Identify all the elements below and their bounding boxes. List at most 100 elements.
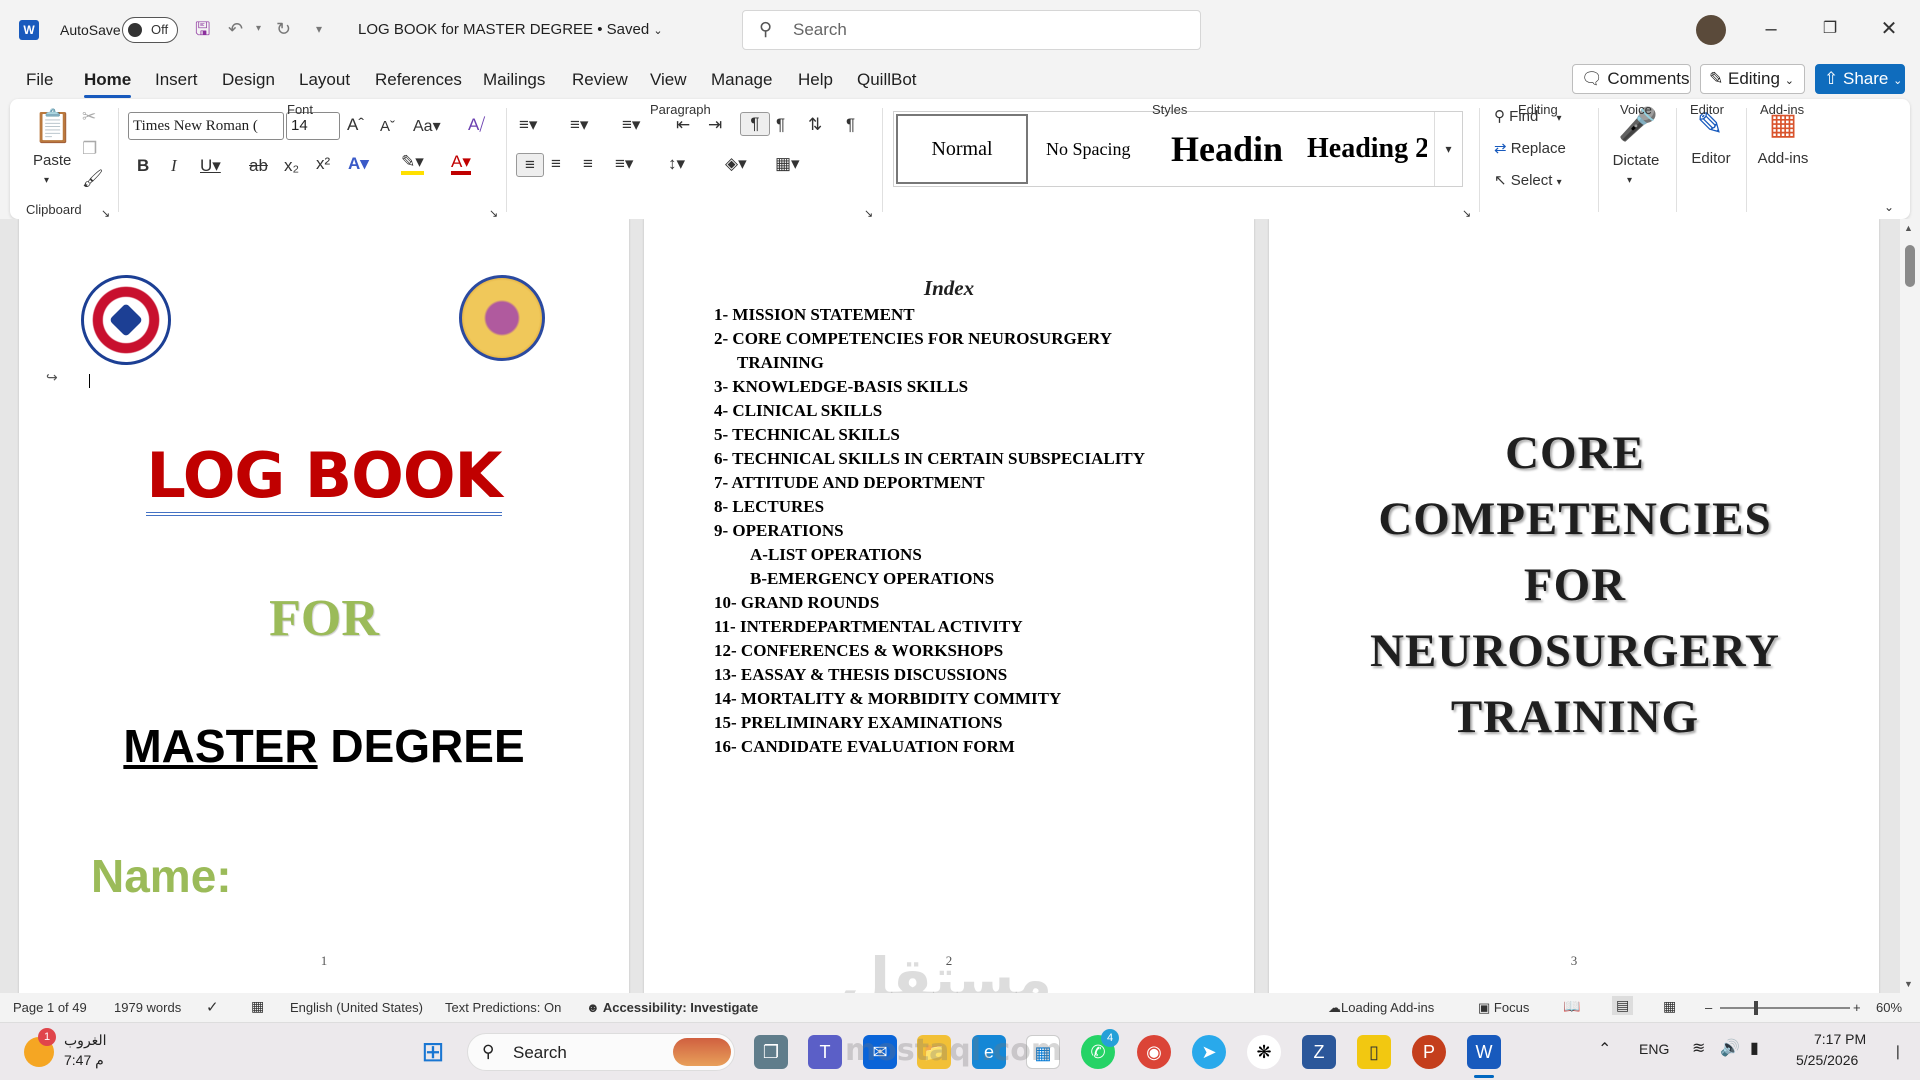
font-name-combo[interactable]: Times New Roman ( [128, 112, 284, 140]
autosave-toggle[interactable]: Off [122, 17, 178, 43]
index-item-11[interactable]: 11- INTERDEPARTMENTAL ACTIVITY [714, 617, 1023, 637]
format-painter-icon[interactable]: 🖌 [82, 168, 104, 190]
focus-button[interactable]: ▣ Focus [1478, 1000, 1529, 1016]
zoom-slider[interactable] [1720, 1001, 1850, 1015]
copy-icon[interactable]: ❐ [82, 138, 97, 160]
clock-date[interactable]: 5/25/2026 [1796, 1052, 1858, 1068]
index-item-6[interactable]: 6- TECHNICAL SKILLS IN CERTAIN SUBSPECIA… [714, 449, 1145, 469]
chrome-icon[interactable]: ◉ [1137, 1035, 1171, 1069]
subscript-icon[interactable]: x₂ [284, 155, 299, 177]
index-item-10[interactable]: 10- GRAND ROUNDS [714, 593, 879, 613]
style-no-spacing[interactable]: No Spacing [1046, 112, 1166, 186]
minimize-icon[interactable]: – [1756, 16, 1786, 42]
scroll-down-icon[interactable]: ▼ [1904, 979, 1913, 989]
clear-formatting-icon[interactable]: A⧸ [468, 114, 485, 136]
tab-file[interactable]: File [26, 70, 53, 90]
power-bi-icon[interactable]: ▯ [1357, 1035, 1391, 1069]
start-icon[interactable]: ⊞ [416, 1035, 450, 1069]
index-item-8[interactable]: 8- LECTURES [714, 497, 824, 517]
bullets-icon[interactable]: ≡▾ [519, 114, 537, 136]
align-left-icon[interactable]: ≡ [516, 153, 544, 177]
accessibility-status[interactable]: ☻ Accessibility: Investigate [586, 1000, 758, 1015]
page-count[interactable]: Page 1 of 49 [13, 1000, 87, 1015]
zoom-slider-thumb[interactable] [1754, 1001, 1758, 1015]
word-count[interactable]: 1979 words [114, 1000, 181, 1015]
style-normal[interactable]: Normal [896, 114, 1028, 184]
index-item-9b[interactable]: B-EMERGENCY OPERATIONS [750, 569, 994, 589]
show-desktop[interactable]: ❘ [1892, 1043, 1904, 1060]
tab-help[interactable]: Help [798, 70, 833, 90]
name-label[interactable]: Name: [91, 849, 232, 903]
tab-view[interactable]: View [650, 70, 687, 90]
cut-icon[interactable]: ✂ [82, 106, 96, 128]
logbook-title[interactable]: LOG BOOK [146, 439, 503, 516]
print-layout-icon[interactable]: ▤ [1612, 996, 1634, 1015]
tab-design[interactable]: Design [222, 70, 275, 90]
battery-icon[interactable]: ▮ [1750, 1038, 1759, 1058]
bold-icon[interactable]: B [137, 155, 149, 177]
paste-chevron-icon[interactable]: ▾ [44, 170, 49, 192]
grow-font-icon[interactable]: Aˆ [347, 114, 364, 136]
core-line-5[interactable]: TRAINING [1350, 690, 1800, 744]
core-line-1[interactable]: CORE [1350, 426, 1800, 480]
vertical-scrollbar[interactable]: ▲ ▼ [1900, 219, 1920, 993]
read-mode-icon[interactable]: 📖 [1563, 998, 1580, 1015]
weather-time[interactable]: 7:47 م [64, 1052, 104, 1069]
tab-home[interactable]: Home [84, 70, 132, 98]
multilevel-list-icon[interactable]: ≡▾ [622, 114, 640, 136]
dictate-chevron-icon[interactable]: ▾ [1627, 170, 1632, 192]
addins-status[interactable]: ☁Loading Add-ins [1328, 1000, 1434, 1016]
tab-manage[interactable]: Manage [711, 70, 772, 90]
style-heading-2[interactable]: Heading 2 [1307, 112, 1427, 186]
chatgpt-icon[interactable]: ❋ [1247, 1035, 1281, 1069]
word-taskbar-icon[interactable]: W [1467, 1035, 1501, 1069]
index-item-3[interactable]: 3- KNOWLEDGE-BASIS SKILLS [714, 377, 968, 397]
powerpoint-icon[interactable]: P [1412, 1035, 1446, 1069]
show-formatting-icon[interactable]: ¶ [846, 114, 855, 136]
proofing-icon[interactable]: ✓ [206, 998, 219, 1016]
index-item-4[interactable]: 4- CLINICAL SKILLS [714, 401, 882, 421]
underline-icon[interactable]: U▾ [200, 155, 221, 177]
tab-references[interactable]: References [375, 70, 462, 90]
index-item-15[interactable]: 15- PRELIMINARY EXAMINATIONS [714, 713, 1002, 733]
avatar[interactable] [1696, 15, 1726, 45]
doc-title[interactable]: LOG BOOK for MASTER DEGREE • Saved ⌄ [358, 20, 663, 41]
highlight-icon[interactable]: ✎▾ [401, 153, 424, 175]
language-status[interactable]: English (United States) [290, 1000, 423, 1015]
index-item-12[interactable]: 12- CONFERENCES & WORKSHOPS [714, 641, 1003, 661]
zoom-out-icon[interactable]: – [1705, 1000, 1712, 1015]
styles-more-icon[interactable]: ▾ [1434, 112, 1462, 186]
change-case-icon[interactable]: Aa▾ [413, 116, 441, 138]
core-line-3[interactable]: FOR [1350, 558, 1800, 612]
core-line-4[interactable]: NEUROSURGERY [1350, 624, 1800, 678]
paste-icon[interactable]: 📋 [33, 106, 73, 148]
decrease-indent-icon[interactable]: ⇤ [676, 114, 690, 136]
index-item-13[interactable]: 13- EASSAY & THESIS DISCUSSIONS [714, 665, 1007, 685]
language-indicator[interactable]: ENG [1639, 1041, 1669, 1057]
zotero-icon[interactable]: Z [1302, 1035, 1336, 1069]
text-effects-icon[interactable]: A▾ [348, 153, 369, 175]
for-title[interactable]: FOR [19, 589, 629, 648]
select-button[interactable]: ↖ Select ▾ [1494, 170, 1584, 194]
rtl-icon[interactable]: ¶ [776, 114, 785, 136]
align-right-icon[interactable]: ≡ [583, 153, 593, 175]
strikethrough-icon[interactable]: ab [249, 155, 268, 177]
editor-label[interactable]: Editor [1688, 148, 1734, 170]
index-item-16[interactable]: 16- CANDIDATE EVALUATION FORM [714, 737, 1015, 757]
index-item-9a[interactable]: A-LIST OPERATIONS [750, 545, 922, 565]
scroll-thumb[interactable] [1905, 245, 1915, 287]
index-item-2-cont[interactable]: TRAINING [737, 353, 824, 373]
italic-icon[interactable]: I [171, 155, 177, 177]
index-item-7[interactable]: 7- ATTITUDE AND DEPORTMENT [714, 473, 985, 493]
numbering-icon[interactable]: ≡▾ [570, 114, 588, 136]
superscript-icon[interactable]: x² [316, 153, 330, 175]
line-spacing-icon[interactable]: ↕▾ [668, 153, 685, 175]
font-color-icon[interactable]: A▾ [451, 153, 471, 175]
zoom-level[interactable]: 60% [1876, 1000, 1902, 1015]
scroll-up-icon[interactable]: ▲ [1904, 223, 1913, 233]
shrink-font-icon[interactable]: Aˇ [380, 116, 395, 138]
web-layout-icon[interactable]: ▦ [1663, 998, 1676, 1015]
index-item-2[interactable]: 2- CORE COMPETENCIES FOR NEUROSURGERY [714, 329, 1112, 349]
shading-icon[interactable]: ◈▾ [725, 153, 747, 175]
comments-button[interactable]: 🗨 Comments [1572, 64, 1691, 94]
